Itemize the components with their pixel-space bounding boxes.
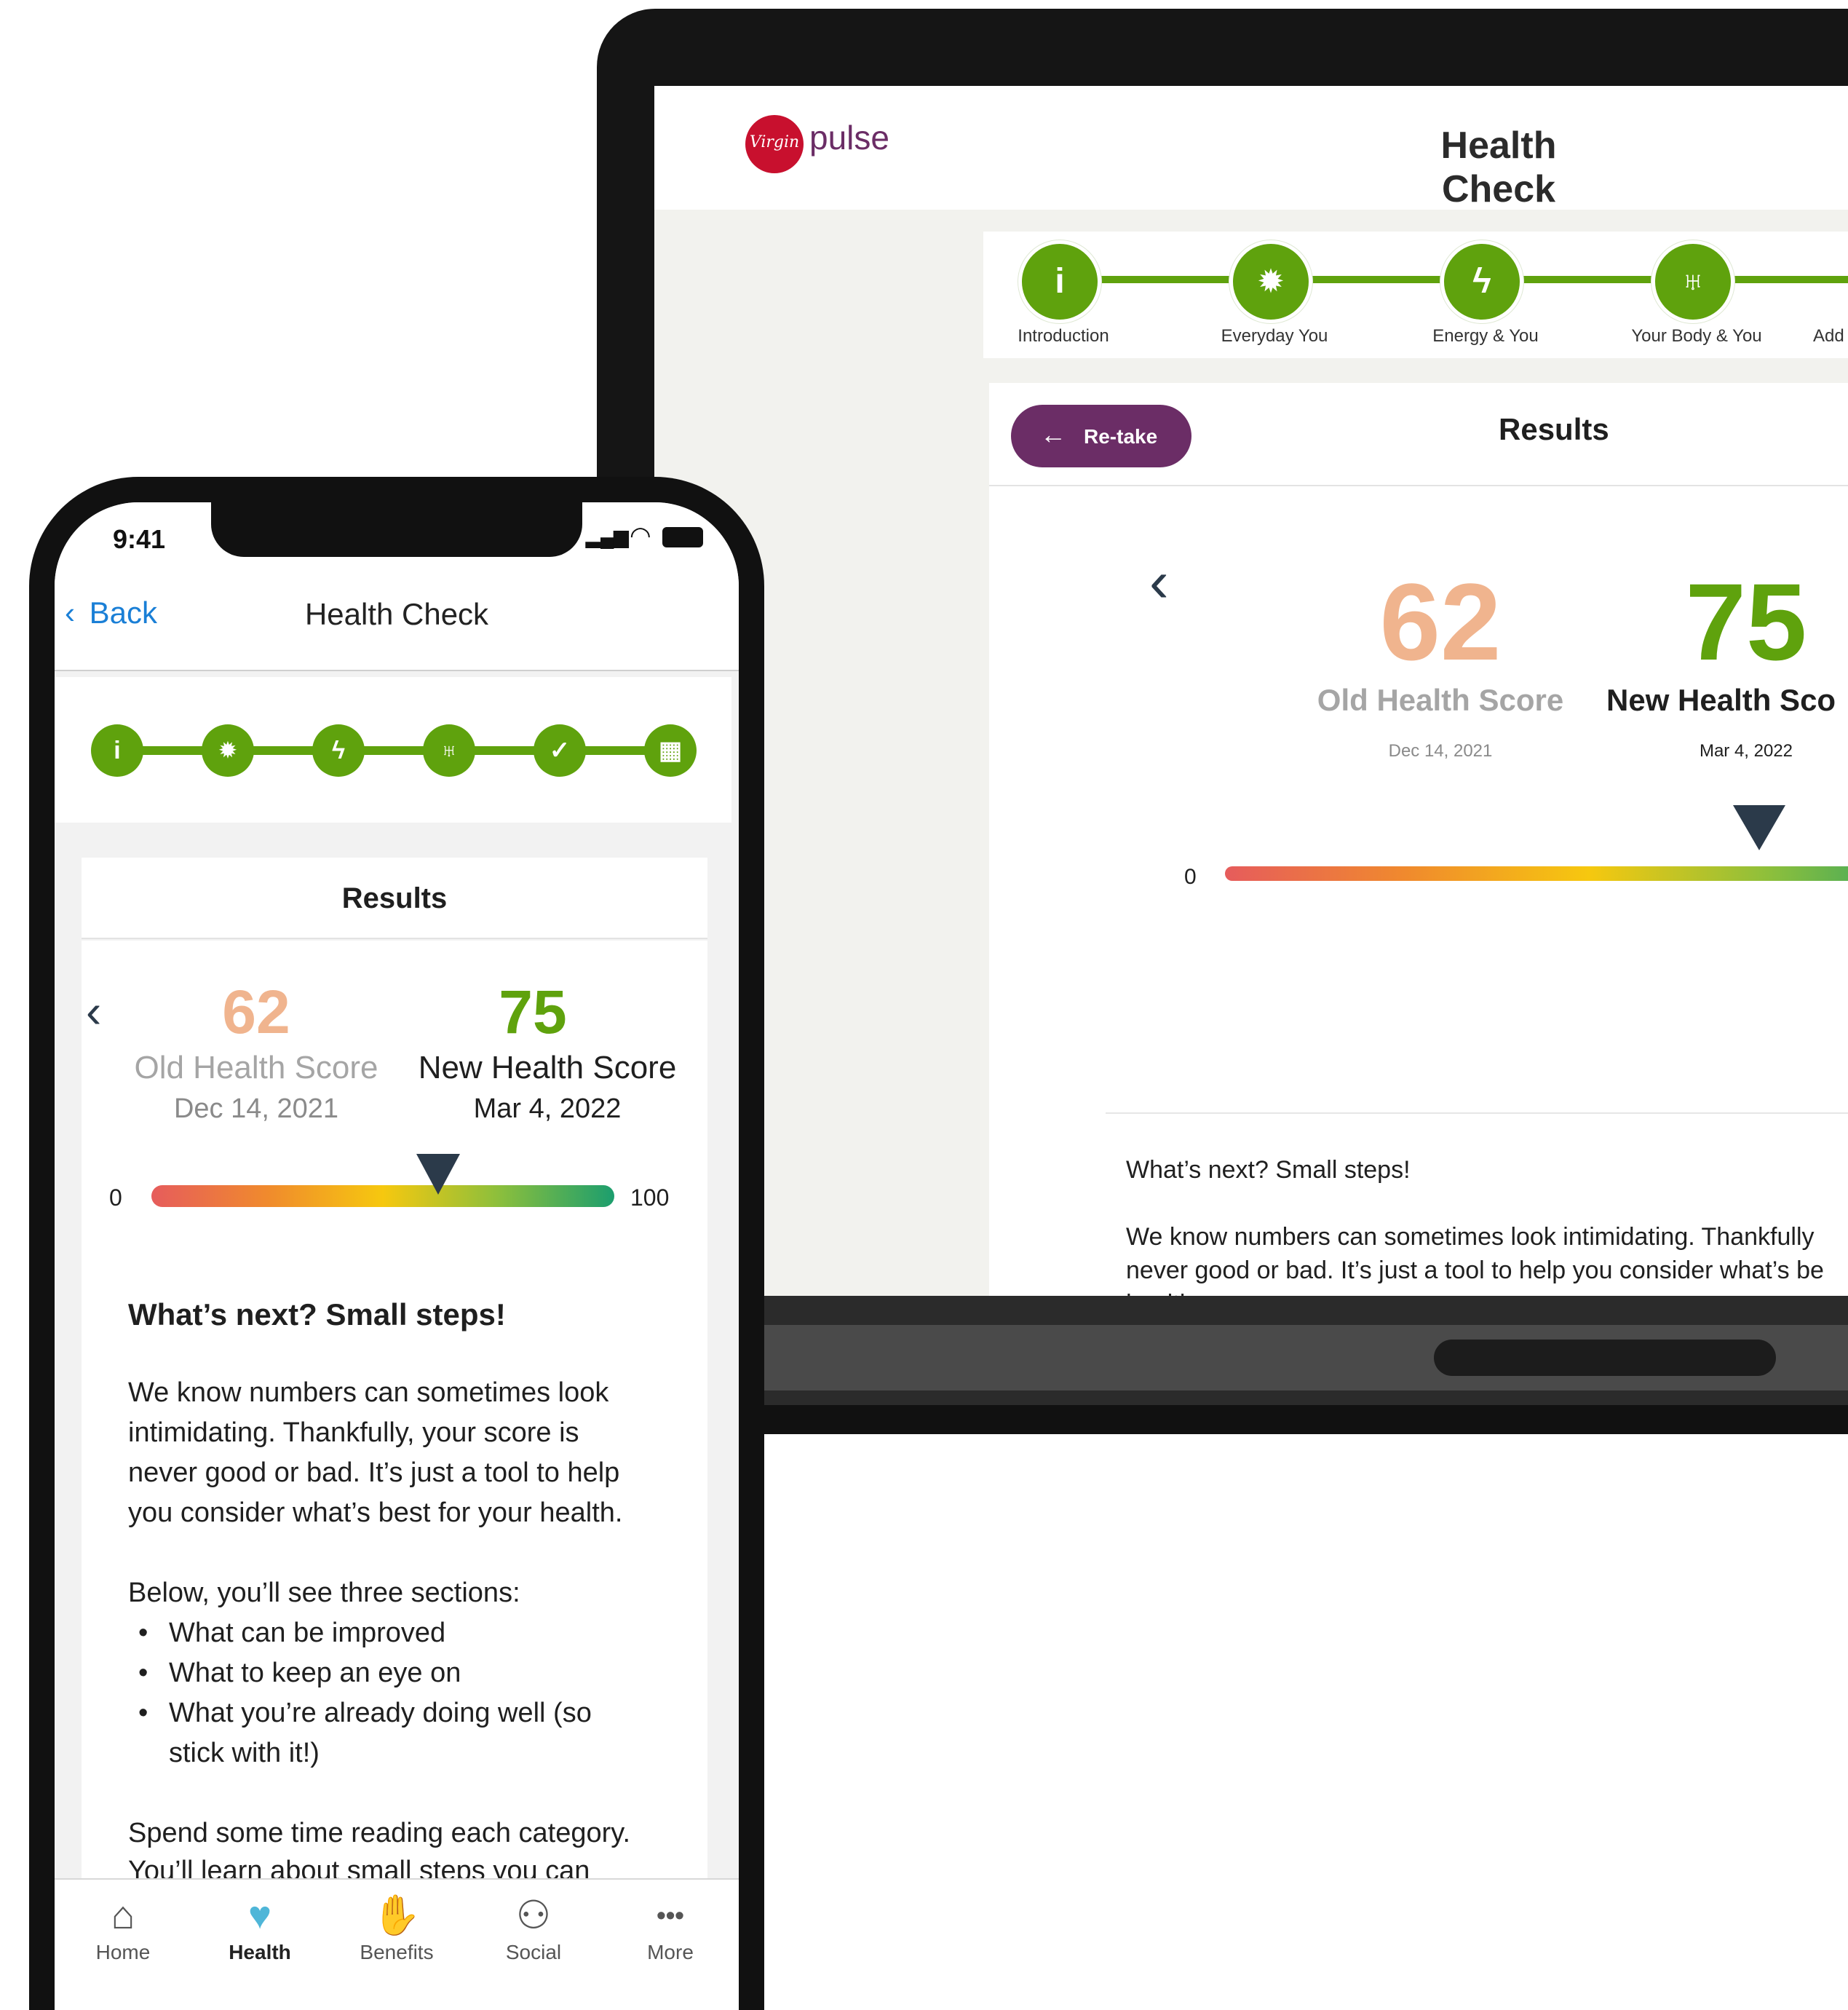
phone-old-score-label: Old Health Score	[134, 1050, 378, 1085]
status-time: 9:41	[113, 524, 166, 554]
bullet-dot: •	[138, 1698, 148, 1728]
step-label-everyday[interactable]: Everyday You	[1194, 326, 1355, 347]
step-label-introduction[interactable]: Introduction	[983, 326, 1143, 347]
step-label-body[interactable]: Your Body & You	[1617, 326, 1777, 347]
retake-button[interactable]: ← Re-take	[1011, 405, 1191, 467]
arrow-left-icon: ←	[1040, 419, 1066, 449]
back-button[interactable]: ‹ Back	[65, 596, 157, 630]
scale-min-label: 0	[1184, 865, 1197, 889]
new-score-label: New Health Sco	[1606, 683, 1836, 717]
logo-text: pulse	[809, 119, 889, 157]
laptop-header: Virgin pulse Health Check	[654, 86, 1848, 210]
phone-step-everyday-icon[interactable]: ✹	[202, 724, 254, 777]
old-score-label: Old Health Score	[1317, 683, 1564, 717]
phone-screen: 9:41 ▂▄▆ ◠ ‹ Back Health Check i ✹ ϟ ♅ ✓…	[55, 502, 739, 2010]
phone-navbar: ‹ Back Health Check	[55, 561, 739, 671]
bullet-item: What you’re already doing well (so	[169, 1698, 592, 1728]
bullet-item: What to keep an eye on	[169, 1658, 461, 1688]
divider	[1106, 1112, 1848, 1114]
phone-score-gradient-bar	[151, 1185, 614, 1207]
intro-paragraph-line: health.	[1126, 1290, 1200, 1296]
phone-scale-min-label: 0	[109, 1184, 122, 1211]
step-progress-card: i ✹ ϟ ♅ Introduction Everyday You Energy…	[983, 232, 1848, 358]
phone-sections-intro: Below, you’ll see three sections:	[128, 1578, 520, 1608]
old-score-value: 62	[1379, 561, 1502, 683]
intro-paragraph-line: never good or bad. It’s just a tool to h…	[1126, 1257, 1824, 1284]
phone-paragraph-line: never good or bad. It’s just a tool to h…	[128, 1457, 620, 1488]
status-bar: 9:41 ▂▄▆ ◠	[55, 502, 739, 561]
phone-paragraph-line: you consider what’s best for your health…	[128, 1497, 623, 1528]
phone-next-steps-heading: What’s next? Small steps!	[128, 1297, 506, 1332]
intro-paragraph-line: We know numbers can sometimes look intim…	[1126, 1223, 1815, 1251]
chevron-left-icon: ‹	[65, 596, 75, 630]
people-icon: ⚇	[515, 1894, 552, 1937]
phone-results-body: ‹ 62 Old Health Score Dec 14, 2021 75 Ne…	[82, 941, 707, 1960]
old-score-date: Dec 14, 2021	[1388, 741, 1493, 761]
bullet-dot: •	[138, 1658, 148, 1688]
phone-paragraph-line: intimidating. Thankfully, your score is	[128, 1417, 579, 1448]
battery-icon	[662, 527, 703, 547]
results-header-card: ← Re-take Results	[989, 383, 1848, 486]
tab-health[interactable]: ♥ Health	[191, 1890, 328, 1964]
score-marker-icon	[1733, 805, 1785, 850]
more-dots-icon: •••	[657, 1900, 684, 1930]
signal-icon: ▂▄▆	[586, 526, 629, 547]
step-energy-icon[interactable]: ϟ	[1440, 240, 1523, 323]
previous-score-chevron-icon[interactable]: ‹	[1149, 548, 1169, 615]
page-title: Health Check	[1440, 124, 1557, 210]
new-score-date: Mar 4, 2022	[1699, 741, 1793, 761]
phone-step-introduction-icon[interactable]: i	[91, 724, 143, 777]
bottom-tab-bar: ⌂ Home ♥ Health ✋ Benefits ⚇ Social ••• …	[55, 1878, 739, 2010]
phone-step-progress-card: i ✹ ϟ ♅ ✓ ▦	[55, 677, 731, 823]
benefits-hand-icon: ✋	[372, 1894, 421, 1937]
results-title: Results	[1499, 412, 1609, 446]
step-label-add[interactable]: Add	[1813, 326, 1848, 347]
next-steps-heading: What’s next? Small steps!	[1126, 1156, 1411, 1184]
phone-step-body-icon[interactable]: ♅	[423, 724, 475, 777]
virgin-logo-icon: Virgin	[745, 115, 804, 173]
phone-step-energy-icon[interactable]: ϟ	[312, 724, 365, 777]
phone-score-marker-icon	[416, 1154, 461, 1195]
phone-step-checklist-icon[interactable]: ✓	[534, 724, 586, 777]
phone-step-results-icon[interactable]: ▦	[644, 724, 697, 777]
phone-old-score-value: 62	[222, 978, 290, 1046]
tab-more[interactable]: ••• More	[602, 1890, 739, 1964]
phone-notch	[211, 502, 582, 557]
step-label-energy[interactable]: Energy & You	[1405, 326, 1566, 347]
laptop-screen: Virgin pulse Health Check i ✹ ϟ ♅ Introd…	[654, 86, 1848, 1296]
phone-results-header: Results	[82, 858, 707, 939]
bullet-dot: •	[138, 1618, 148, 1648]
laptop-base	[757, 1296, 1848, 1434]
phone-old-score-date: Dec 14, 2021	[173, 1093, 339, 1124]
phone-new-score-label: New Health Score	[418, 1050, 677, 1085]
score-gradient-bar	[1225, 866, 1848, 881]
step-introduction-icon[interactable]: i	[1018, 240, 1101, 323]
phone-new-score-date: Mar 4, 2022	[473, 1093, 622, 1124]
home-icon: ⌂	[111, 1894, 135, 1937]
phone-paragraph-line: We know numbers can sometimes look	[128, 1377, 609, 1408]
phone-results-title: Results	[341, 882, 448, 914]
results-body-card: ‹ 62 Old Health Score Dec 14, 2021 75 Ne…	[989, 486, 1848, 1296]
phone-paragraph-2: Spend some time reading each category.	[128, 1818, 631, 1848]
tab-benefits[interactable]: ✋ Benefits	[328, 1890, 465, 1964]
bullet-item: What can be improved	[169, 1618, 446, 1648]
phone-scale-max-label: 100	[630, 1184, 670, 1211]
step-everyday-icon[interactable]: ✹	[1229, 240, 1312, 323]
heart-icon: ♥	[247, 1894, 272, 1937]
phone-page-title: Health Check	[304, 597, 489, 631]
bullet-item-continued: stick with it!)	[169, 1738, 320, 1768]
step-body-icon[interactable]: ♅	[1651, 240, 1734, 323]
tab-home[interactable]: ⌂ Home	[55, 1890, 191, 1964]
wifi-icon: ◠	[630, 522, 651, 550]
phone-new-score-value: 75	[499, 978, 567, 1046]
new-score-value: 75	[1685, 561, 1807, 683]
tab-social[interactable]: ⚇ Social	[465, 1890, 602, 1964]
phone-previous-score-chevron-icon[interactable]: ‹	[86, 984, 101, 1038]
